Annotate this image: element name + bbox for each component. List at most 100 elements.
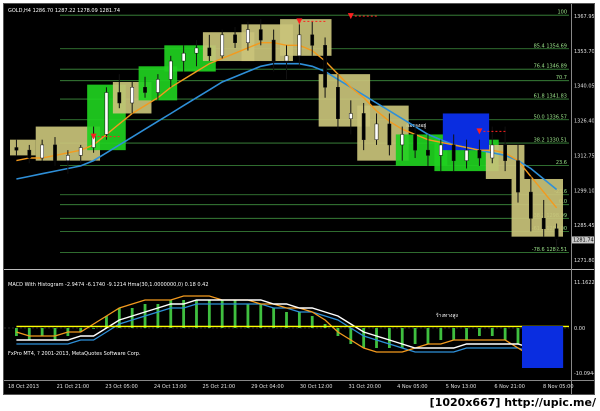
macd-histogram-bar: [478, 328, 481, 336]
candle-body: [323, 45, 327, 88]
indicator-zone: [521, 326, 564, 368]
fib-label: -78.6 1282.51: [532, 247, 567, 253]
candle-body: [413, 134, 417, 151]
indicator-tick-label: -10.0944: [574, 371, 595, 377]
macd-histogram-bar: [40, 328, 44, 336]
macd-histogram-bar: [452, 328, 456, 340]
fib-label: 76.4 1346.89: [534, 64, 567, 70]
indicator-tick-label: 11.1622: [574, 280, 595, 286]
candle-body: [207, 47, 212, 57]
macd-histogram-bar: [349, 328, 353, 344]
price-tick-label: 1285.45: [574, 223, 595, 229]
panel-divider: [4, 269, 594, 270]
candle-body: [554, 228, 559, 240]
time-tick-label: 6 Nov 21:00: [494, 384, 525, 390]
time-tick-label: 25 Oct 21:00: [203, 384, 236, 390]
candle-body: [336, 87, 340, 119]
price-tick-label: 1299.10: [574, 188, 595, 194]
macd-histogram-bar: [92, 328, 95, 329]
macd-histogram-bar: [272, 308, 276, 328]
candle-body: [220, 34, 225, 57]
range-box: [10, 139, 36, 156]
price-tick-label: 1367.95: [574, 14, 595, 20]
fib-label: 50.0 1336.57: [534, 114, 567, 120]
candle-body: [464, 149, 469, 161]
time-axis-line: [4, 380, 594, 381]
time-tick-label: 24 Oct 13:00: [154, 384, 187, 390]
price-tick-label: 1353.70: [574, 49, 595, 55]
candle-body: [27, 149, 32, 159]
time-tick-label: 5 Nov 13:00: [446, 384, 477, 390]
fib-label: 100: [557, 10, 567, 16]
candle-body: [53, 144, 57, 161]
time-tick-label: 4 Nov 05:00: [397, 384, 428, 390]
candle-body: [400, 134, 405, 146]
candle-body: [361, 113, 366, 140]
candle-body: [194, 47, 199, 54]
candle-body: [516, 160, 520, 193]
candle-body: [233, 34, 237, 43]
lower-box-note: ร้างทางสูง: [436, 312, 459, 319]
fib-label: 70.7: [556, 75, 567, 81]
candle-body: [104, 92, 109, 135]
candle-body: [528, 191, 533, 219]
indicator-title: MACD With Histogram -2.9474 -6.1740 -9.1…: [8, 282, 209, 288]
chart-window: GOLD,H4 1286.70 1287.22 1278.09 1281.74 …: [3, 3, 595, 395]
sell-arrow: [347, 13, 354, 20]
candle-body: [156, 79, 160, 93]
candle-body: [477, 149, 482, 159]
candle-body: [374, 123, 379, 140]
price-axis-line: [571, 4, 572, 394]
macd-histogram-bar: [426, 328, 430, 344]
window-title: GOLD,H4 1286.70 1287.22 1278.09 1281.74: [8, 8, 120, 14]
macd-histogram-bar: [413, 328, 417, 344]
indicator-tick-label: 0.00: [574, 326, 585, 332]
candle-body: [490, 144, 495, 159]
macd-histogram-bar: [297, 312, 301, 328]
price-tick-label: 1340.05: [574, 84, 595, 90]
macd-histogram-bar: [246, 304, 250, 328]
candle-body: [348, 113, 353, 119]
candle-body: [297, 34, 302, 57]
candle-body: [271, 39, 276, 62]
copyright-text: FxPro MT4, ? 2001-2013, MetaQuotes Softw…: [8, 351, 141, 357]
current-price-label: 1281.74: [573, 238, 594, 244]
time-tick-label: 29 Oct 04:00: [251, 384, 284, 390]
price-panel: 100 85.4 1354.69 76.4 1346.89 70.7 61.8 1341…: [10, 10, 569, 253]
candle-body: [451, 144, 456, 161]
time-tick-label: 18 Oct 2013: [8, 384, 39, 390]
fib-label: 61.8 1341.83: [534, 94, 567, 100]
macd-histogram-bar: [439, 328, 443, 340]
candle-body: [426, 149, 430, 156]
macd-histogram-bar: [285, 312, 288, 328]
candle-body: [387, 123, 392, 146]
time-tick-label: 23 Oct 05:00: [105, 384, 138, 390]
candle-body: [78, 147, 83, 156]
candle-body: [66, 155, 70, 161]
image-caption: [1020x667] http://upic.me/: [429, 396, 596, 409]
price-tick-label: 1271.80: [574, 258, 595, 264]
macd-histogram-bar: [490, 328, 494, 336]
macd-histogram-bar: [53, 328, 57, 340]
price-tick-label: 1312.75: [574, 153, 595, 159]
candle-body: [310, 34, 315, 46]
fib-label: 38.2 1330.51: [534, 138, 567, 144]
candle-body: [117, 92, 122, 104]
candle-body: [541, 218, 546, 230]
candle-body: [130, 87, 135, 104]
candle-body: [14, 147, 19, 151]
candle-body: [258, 29, 263, 41]
macd-histogram-bar: [130, 308, 134, 328]
macd-histogram-bar: [387, 328, 391, 348]
candle-body: [40, 144, 45, 159]
macd-histogram-bar: [27, 328, 31, 340]
candle-body: [181, 52, 186, 62]
candle-body: [284, 55, 289, 62]
macd-histogram-bar: [375, 328, 378, 348]
candle-body: [438, 144, 443, 156]
macd-histogram-bar: [465, 328, 468, 340]
price-tick-label: 1326.40: [574, 119, 595, 125]
macd-histogram-bar: [503, 328, 507, 340]
chart-canvas: GOLD,H4 1286.70 1287.22 1278.09 1281.74 …: [4, 4, 595, 394]
fib-label: 85.4 1354.69: [534, 43, 567, 49]
